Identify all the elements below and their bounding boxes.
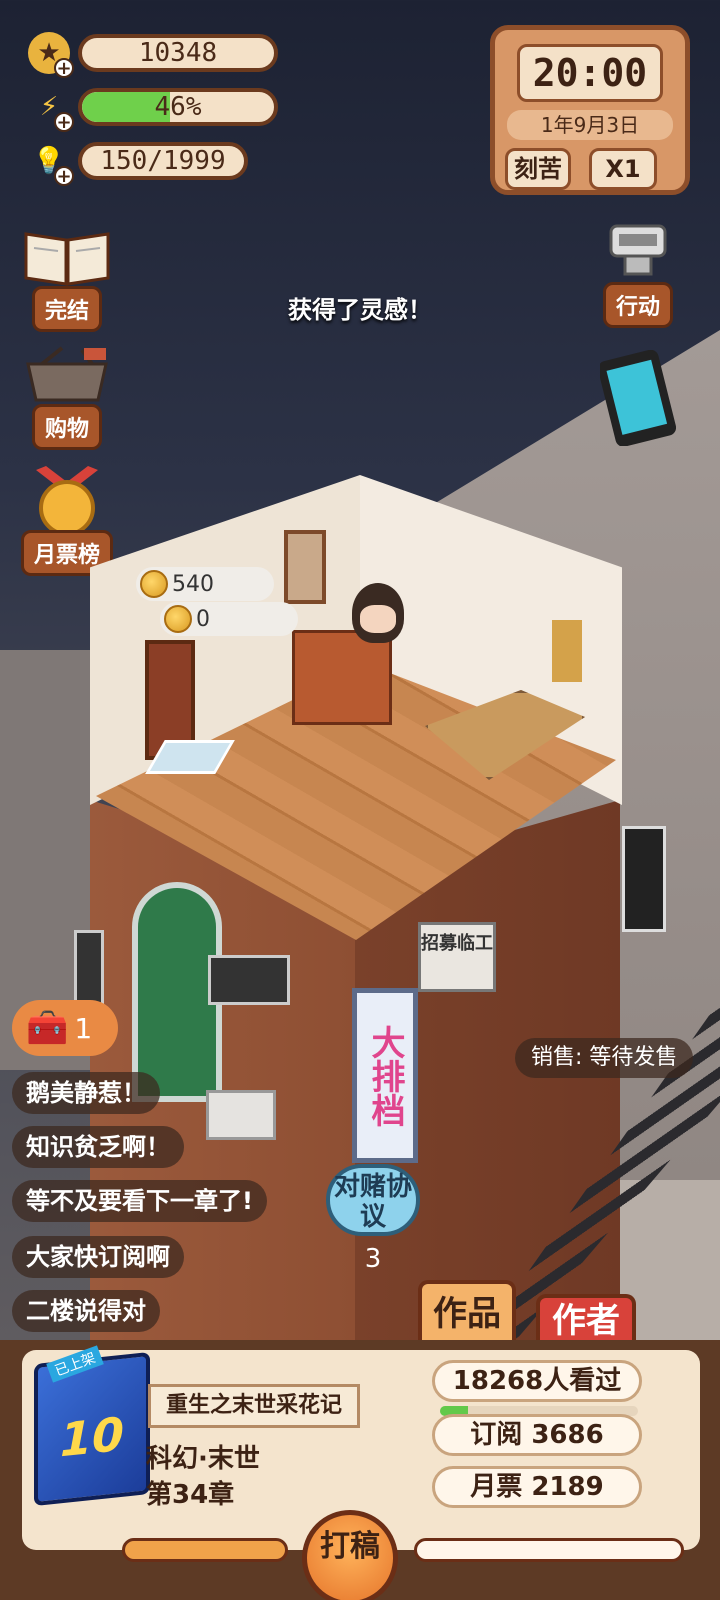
- menu-shopping-label: 购物: [31, 404, 102, 450]
- energy-resource[interactable]: ⚡ + 46%: [28, 86, 278, 132]
- coin-icon: ★ +: [28, 32, 74, 78]
- phone-icon[interactable]: [598, 349, 677, 447]
- plus-icon[interactable]: +: [54, 112, 74, 132]
- gamble-agreement-count: 3: [364, 1244, 382, 1274]
- writing-progress-left: [122, 1538, 288, 1562]
- air-conditioner-unit: [206, 1090, 276, 1140]
- writer-character-face: [360, 605, 396, 633]
- subscription-count: 订阅 3686: [432, 1414, 642, 1456]
- coin-counter: 10348: [78, 34, 278, 72]
- recruit-sign: 招募临工: [418, 922, 496, 992]
- inspiration-toast: 获得了灵感！: [288, 296, 432, 324]
- plus-icon[interactable]: +: [54, 58, 74, 78]
- open-book-icon: [20, 222, 114, 292]
- lightning-icon: ⚡ +: [28, 86, 74, 132]
- reader-comment: 等不及要看下一章了!: [12, 1180, 267, 1222]
- writing-progress-right: [414, 1538, 684, 1562]
- menu-monthly-ranking[interactable]: 月票榜: [20, 466, 114, 576]
- game-clock-panel: 20:00 1年9月3日 刻苦 X1: [490, 25, 690, 195]
- plus-icon[interactable]: +: [54, 166, 74, 186]
- energy-bar: 46%: [78, 88, 278, 126]
- shopping-basket-icon: [20, 340, 114, 410]
- writing-desk[interactable]: [292, 630, 392, 725]
- menu-shopping[interactable]: 购物: [20, 340, 114, 450]
- sales-status: 销售: 等待发售: [515, 1038, 694, 1078]
- tab-author[interactable]: 作者: [536, 1294, 636, 1344]
- coin-icon: [140, 570, 168, 598]
- monthly-ticket-count: 月票 2189: [432, 1466, 642, 1508]
- wall-poster: [552, 620, 582, 682]
- tab-works[interactable]: 作品: [418, 1280, 516, 1344]
- coin-resource[interactable]: ★ + 10348: [28, 32, 278, 78]
- reader-comment: 知识贫乏啊！: [12, 1126, 184, 1168]
- reader-comment: 二楼说得对: [12, 1290, 160, 1332]
- clock-date: 1年9月3日: [507, 110, 673, 140]
- coin-bubble-2[interactable]: 0: [160, 602, 298, 636]
- lightbulb-icon: 💡 +: [28, 140, 74, 186]
- treasure-chest-icon: 🧰: [26, 1008, 69, 1048]
- gamble-agreement-button[interactable]: 对赌协议: [326, 1164, 420, 1236]
- novel-genre: 科幻·末世: [146, 1444, 260, 1474]
- clock-time: 20:00: [517, 44, 663, 102]
- write-draft-button[interactable]: 打稿: [302, 1510, 398, 1600]
- speed-button[interactable]: X1: [589, 148, 657, 190]
- big-food-stall-sign: 大排档: [352, 988, 418, 1163]
- novel-chapter: 第34章: [146, 1480, 235, 1510]
- beauty-salon-sign: [622, 826, 666, 932]
- views-count: 18268人看过: [432, 1360, 642, 1402]
- typewriter-icon: [609, 224, 667, 276]
- reader-comment: 大家快订阅啊: [12, 1236, 184, 1278]
- shop-plate-sign: [208, 955, 290, 1005]
- medal-icon: [20, 466, 114, 536]
- treasure-chest-button[interactable]: 🧰 1: [12, 1000, 118, 1056]
- coin-bubble-1[interactable]: 540: [136, 567, 274, 601]
- inspiration-counter: 150/1999: [78, 142, 248, 180]
- reader-comment: 鹅美静惹！: [12, 1072, 160, 1114]
- inspiration-resource[interactable]: 💡 + 150/1999: [28, 140, 248, 186]
- coin-icon: [164, 605, 192, 633]
- room-window: [284, 530, 326, 604]
- novel-title: 重生之末世采花记: [148, 1384, 360, 1428]
- work-mode-button[interactable]: 刻苦: [505, 148, 571, 190]
